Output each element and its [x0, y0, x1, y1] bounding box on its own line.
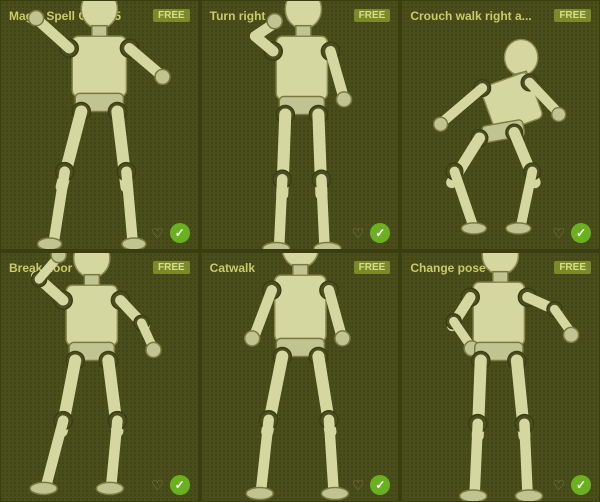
card-footer: ♡ ✓: [210, 219, 391, 243]
heart-icon[interactable]: ♡: [352, 225, 365, 242]
heart-icon[interactable]: ♡: [352, 477, 365, 494]
check-icon[interactable]: ✓: [170, 223, 190, 243]
robot-figure: [9, 252, 190, 502]
card-figure: [9, 287, 190, 471]
card-figure: [410, 35, 591, 219]
card-figure: [9, 35, 190, 219]
animation-grid: Magic Spell Cast 05 FREE: [0, 0, 600, 502]
check-icon[interactable]: ✓: [571, 223, 591, 243]
card-footer: ♡ ✓: [9, 471, 190, 495]
robot-figure: [210, 252, 391, 502]
card-footer: ♡ ✓: [9, 219, 190, 243]
card-footer: ♡ ✓: [210, 471, 391, 495]
card-footer: ♡ ✓: [410, 471, 591, 495]
heart-icon[interactable]: ♡: [151, 477, 164, 494]
check-icon[interactable]: ✓: [370, 223, 390, 243]
card-crouch-walk-right: Crouch walk right a... FREE: [401, 0, 600, 250]
check-icon[interactable]: ✓: [370, 475, 390, 495]
card-footer: ♡ ✓: [410, 219, 591, 243]
heart-icon[interactable]: ♡: [552, 477, 565, 494]
robot-figure: [410, 0, 591, 250]
check-icon[interactable]: ✓: [571, 475, 591, 495]
heart-icon[interactable]: ♡: [151, 225, 164, 242]
heart-icon[interactable]: ♡: [552, 225, 565, 242]
card-turn-right: Turn right FREE: [201, 0, 400, 250]
robot-figure: [410, 252, 591, 502]
card-figure: [210, 287, 391, 471]
robot-figure: [210, 0, 391, 250]
card-magic-spell-cast-05: Magic Spell Cast 05 FREE: [0, 0, 199, 250]
check-icon[interactable]: ✓: [170, 475, 190, 495]
card-break-door: Break door FREE: [0, 252, 199, 502]
card-change-pose: Change pose FREE: [401, 252, 600, 502]
card-catwalk: Catwalk FREE: [201, 252, 400, 502]
card-figure: [410, 287, 591, 471]
robot-figure: [9, 0, 190, 250]
card-figure: [210, 35, 391, 219]
